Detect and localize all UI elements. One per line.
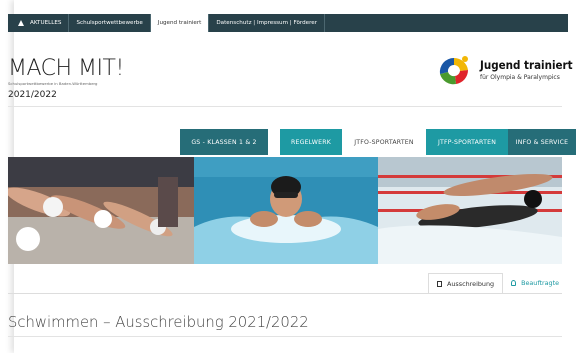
mainnav-item-info-service[interactable]: INFO & SERVICE xyxy=(508,129,576,155)
mainnav-item-regelwerk[interactable]: REGELWERK xyxy=(280,129,342,155)
topnav-item-schulsportwettbewerbe[interactable]: Schulsportwettbewerbe xyxy=(69,14,151,32)
title-divider xyxy=(8,336,562,337)
person-icon xyxy=(511,280,517,286)
site-logo-title[interactable]: MACH MIT! xyxy=(8,58,124,80)
mainnav-label: JTFO-SPORTARTEN xyxy=(354,138,414,146)
tabs-divider xyxy=(8,293,562,294)
mainnav-label: INFO & SERVICE xyxy=(515,138,569,146)
mainnav-label: JTFP-SPORTARTEN xyxy=(437,138,497,146)
mainnav-label: REGELWERK xyxy=(291,138,331,146)
topnav-label: Jugend trainiert xyxy=(157,20,202,26)
topnav-label: Schulsportwettbewerbe xyxy=(76,20,143,26)
backstroke-swimmers-photo xyxy=(378,157,562,264)
tab-beauftragte[interactable]: Beauftragte xyxy=(503,273,567,293)
mainnav-item-jtfp-sportarten[interactable]: JTFP-SPORTARTEN xyxy=(426,129,508,155)
main-navigation: GS - KLASSEN 1 & 2 REGELWERK JTFO-SPORTA… xyxy=(180,129,576,155)
topnav-item-datenschutz[interactable]: Datenschutz | Impressum | Förderer xyxy=(209,14,326,32)
page-title: Schwimmen – Ausschreibung 2021/2022 xyxy=(8,314,309,331)
mainnav-label: GS - KLASSEN 1 & 2 xyxy=(191,138,257,146)
topnav-item-jugend-trainiert[interactable]: Jugend trainiert xyxy=(150,14,210,32)
header-divider xyxy=(8,106,562,107)
season-year: 2021/2022 xyxy=(8,90,57,100)
tab-label: Ausschreibung xyxy=(447,280,495,288)
mainnav-item-jtfo-sportarten[interactable]: JTFO-SPORTARTEN xyxy=(342,129,426,155)
topnav-item-aktuelles[interactable]: AKTUELLES xyxy=(8,14,70,32)
mainnav-gap xyxy=(268,129,280,155)
topnav-label: AKTUELLES xyxy=(30,20,62,26)
site-logo-subtitle: Schulsportwettbewerbe in Baden-Württembe… xyxy=(8,81,98,86)
swimmers-start-photo xyxy=(8,157,194,264)
warning-icon xyxy=(18,20,24,26)
content-tabs: Ausschreibung Beauftragte xyxy=(428,273,567,294)
partner-logo-subtitle: für Olympia & Paralympics xyxy=(480,74,560,81)
partner-logo-title: Jugend trainiert xyxy=(480,58,573,72)
document-icon xyxy=(437,281,442,287)
topnav-label: Datenschutz | Impressum | Förderer xyxy=(216,20,318,26)
tab-label: Beauftragte xyxy=(521,279,560,287)
top-navigation: AKTUELLES Schulsportwettbewerbe Jugend t… xyxy=(8,14,568,32)
tab-ausschreibung[interactable]: Ausschreibung xyxy=(428,273,504,294)
mainnav-item-gs-klassen[interactable]: GS - KLASSEN 1 & 2 xyxy=(180,129,268,155)
jugend-trainiert-logo-icon[interactable] xyxy=(434,54,474,88)
butterfly-swimmer-photo xyxy=(194,157,378,264)
swimming-banner xyxy=(8,157,562,264)
